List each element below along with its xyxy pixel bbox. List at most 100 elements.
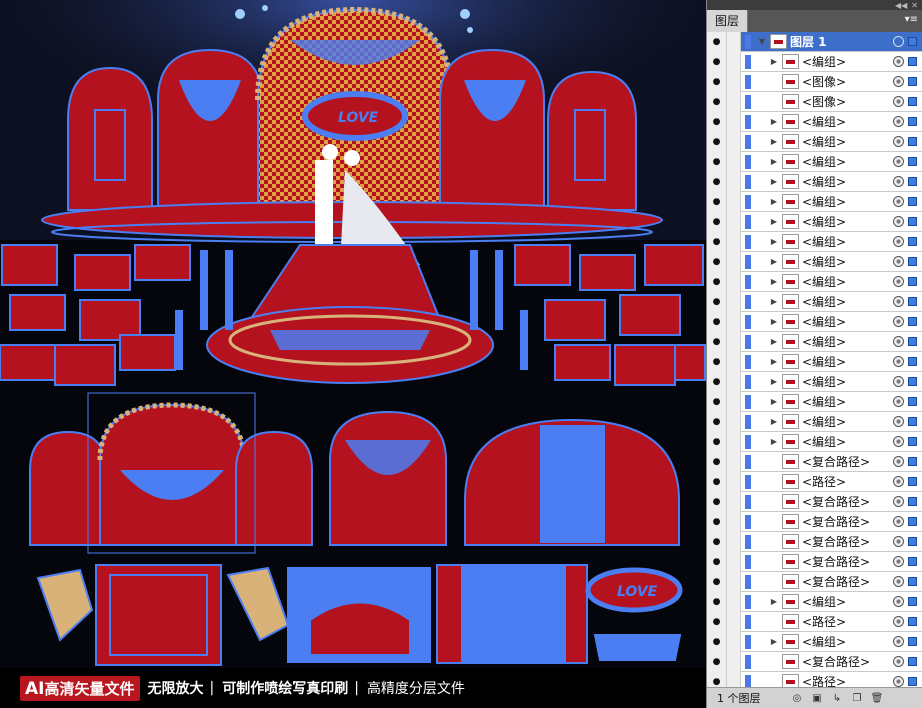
expand-triangle-icon[interactable]: ▶ bbox=[769, 377, 779, 386]
selection-square-icon[interactable] bbox=[908, 517, 917, 526]
selection-square-icon[interactable] bbox=[908, 237, 917, 246]
selection-square-icon[interactable] bbox=[908, 77, 917, 86]
layer-name[interactable]: <编组> bbox=[802, 433, 893, 450]
lock-toggle[interactable] bbox=[727, 211, 741, 232]
new-sublayer-icon[interactable]: ↳ bbox=[827, 693, 847, 704]
lock-toggle[interactable] bbox=[727, 451, 741, 472]
visibility-eye-icon[interactable]: ● bbox=[707, 571, 727, 592]
layer-name[interactable]: <复合路径> bbox=[802, 553, 893, 570]
lock-toggle[interactable] bbox=[727, 271, 741, 292]
visibility-eye-icon[interactable]: ● bbox=[707, 451, 727, 472]
lock-toggle[interactable] bbox=[727, 471, 741, 492]
lock-toggle[interactable] bbox=[727, 351, 741, 372]
selection-square-icon[interactable] bbox=[908, 397, 917, 406]
lock-toggle[interactable] bbox=[727, 91, 741, 112]
expand-triangle-icon[interactable]: ▶ bbox=[769, 417, 779, 426]
expand-triangle-icon[interactable]: ▶ bbox=[769, 437, 779, 446]
target-circle-icon[interactable] bbox=[893, 396, 904, 407]
sublayer-row[interactable]: ● ▶ <编组> bbox=[707, 351, 922, 372]
layer-name[interactable]: <编组> bbox=[802, 233, 893, 250]
target-circle-icon[interactable] bbox=[893, 576, 904, 587]
layer-name[interactable]: <编组> bbox=[802, 353, 893, 370]
target-circle-icon[interactable] bbox=[893, 196, 904, 207]
selection-square-icon[interactable] bbox=[908, 617, 917, 626]
sublayer-row[interactable]: ● ▶ <编组> bbox=[707, 411, 922, 432]
layer-name[interactable]: <路径> bbox=[802, 473, 893, 490]
selection-square-icon[interactable] bbox=[908, 417, 917, 426]
lock-toggle[interactable] bbox=[727, 171, 741, 192]
visibility-eye-icon[interactable]: ● bbox=[707, 671, 727, 688]
target-circle-icon[interactable] bbox=[893, 216, 904, 227]
selection-square-icon[interactable] bbox=[908, 457, 917, 466]
wedding-stage-artwork[interactable]: LOVE LOVE bbox=[0, 0, 706, 668]
selection-square-icon[interactable] bbox=[908, 57, 917, 66]
target-circle-icon[interactable] bbox=[893, 616, 904, 627]
lock-toggle[interactable] bbox=[727, 511, 741, 532]
selection-square-icon[interactable] bbox=[908, 477, 917, 486]
lock-toggle[interactable] bbox=[727, 131, 741, 152]
target-circle-icon[interactable] bbox=[893, 536, 904, 547]
selection-square-icon[interactable] bbox=[908, 437, 917, 446]
selection-square-icon[interactable] bbox=[908, 637, 917, 646]
expand-triangle-icon[interactable]: ▶ bbox=[769, 237, 779, 246]
selection-square-icon[interactable] bbox=[908, 197, 917, 206]
visibility-eye-icon[interactable]: ● bbox=[707, 111, 727, 132]
expand-triangle-icon[interactable]: ▶ bbox=[769, 157, 779, 166]
visibility-eye-icon[interactable]: ● bbox=[707, 611, 727, 632]
selection-square-icon[interactable] bbox=[908, 117, 917, 126]
lock-toggle[interactable] bbox=[727, 591, 741, 612]
sublayer-row[interactable]: ● ▶ <编组> bbox=[707, 331, 922, 352]
visibility-eye-icon[interactable]: ● bbox=[707, 471, 727, 492]
lock-toggle[interactable] bbox=[727, 51, 741, 72]
selection-square-icon[interactable] bbox=[908, 37, 917, 46]
visibility-eye-icon[interactable]: ● bbox=[707, 651, 727, 672]
target-circle-icon[interactable] bbox=[893, 316, 904, 327]
expand-triangle-icon[interactable]: ▶ bbox=[769, 397, 779, 406]
visibility-eye-icon[interactable]: ● bbox=[707, 71, 727, 92]
visibility-eye-icon[interactable]: ● bbox=[707, 531, 727, 552]
target-circle-icon[interactable] bbox=[893, 656, 904, 667]
target-circle-icon[interactable] bbox=[893, 76, 904, 87]
sublayer-row[interactable]: ● <复合路径> bbox=[707, 571, 922, 592]
lock-toggle[interactable] bbox=[727, 391, 741, 412]
visibility-eye-icon[interactable]: ● bbox=[707, 351, 727, 372]
sublayer-row[interactable]: ● ▶ <编组> bbox=[707, 211, 922, 232]
lock-toggle[interactable] bbox=[727, 431, 741, 452]
sublayer-row[interactable]: ● <复合路径> bbox=[707, 651, 922, 672]
layer-name[interactable]: <编组> bbox=[802, 213, 893, 230]
lock-toggle[interactable] bbox=[727, 631, 741, 652]
visibility-eye-icon[interactable]: ● bbox=[707, 331, 727, 352]
expand-triangle-icon[interactable]: ▶ bbox=[769, 257, 779, 266]
visibility-eye-icon[interactable]: ● bbox=[707, 91, 727, 112]
layer-name[interactable]: <编组> bbox=[802, 53, 893, 70]
lock-toggle[interactable] bbox=[727, 551, 741, 572]
lock-toggle[interactable] bbox=[727, 611, 741, 632]
target-circle-icon[interactable] bbox=[893, 456, 904, 467]
expand-triangle-icon[interactable]: ▶ bbox=[769, 357, 779, 366]
expand-triangle-icon[interactable]: ▶ bbox=[769, 277, 779, 286]
close-panel-icon[interactable]: ✕ bbox=[911, 1, 918, 10]
selection-square-icon[interactable] bbox=[908, 157, 917, 166]
sublayer-row[interactable]: ● ▶ <编组> bbox=[707, 131, 922, 152]
selection-square-icon[interactable] bbox=[908, 497, 917, 506]
lock-toggle[interactable] bbox=[727, 571, 741, 592]
lock-toggle[interactable] bbox=[727, 111, 741, 132]
selection-square-icon[interactable] bbox=[908, 137, 917, 146]
visibility-eye-icon[interactable]: ● bbox=[707, 151, 727, 172]
lock-toggle[interactable] bbox=[727, 191, 741, 212]
layer-name[interactable]: <编组> bbox=[802, 633, 893, 650]
layer-name[interactable]: <编组> bbox=[802, 193, 893, 210]
selection-square-icon[interactable] bbox=[908, 317, 917, 326]
visibility-eye-icon[interactable]: ● bbox=[707, 411, 727, 432]
target-circle-icon[interactable] bbox=[893, 376, 904, 387]
visibility-eye-icon[interactable]: ● bbox=[707, 271, 727, 292]
target-circle-icon[interactable] bbox=[893, 676, 904, 687]
expand-triangle-icon[interactable]: ▶ bbox=[769, 217, 779, 226]
layer-name[interactable]: <编组> bbox=[802, 173, 893, 190]
target-circle-icon[interactable] bbox=[893, 476, 904, 487]
selection-square-icon[interactable] bbox=[908, 677, 917, 686]
visibility-eye-icon[interactable]: ● bbox=[707, 511, 727, 532]
layer-name[interactable]: <编组> bbox=[802, 253, 893, 270]
target-circle-icon[interactable] bbox=[893, 436, 904, 447]
target-circle-icon[interactable] bbox=[893, 116, 904, 127]
